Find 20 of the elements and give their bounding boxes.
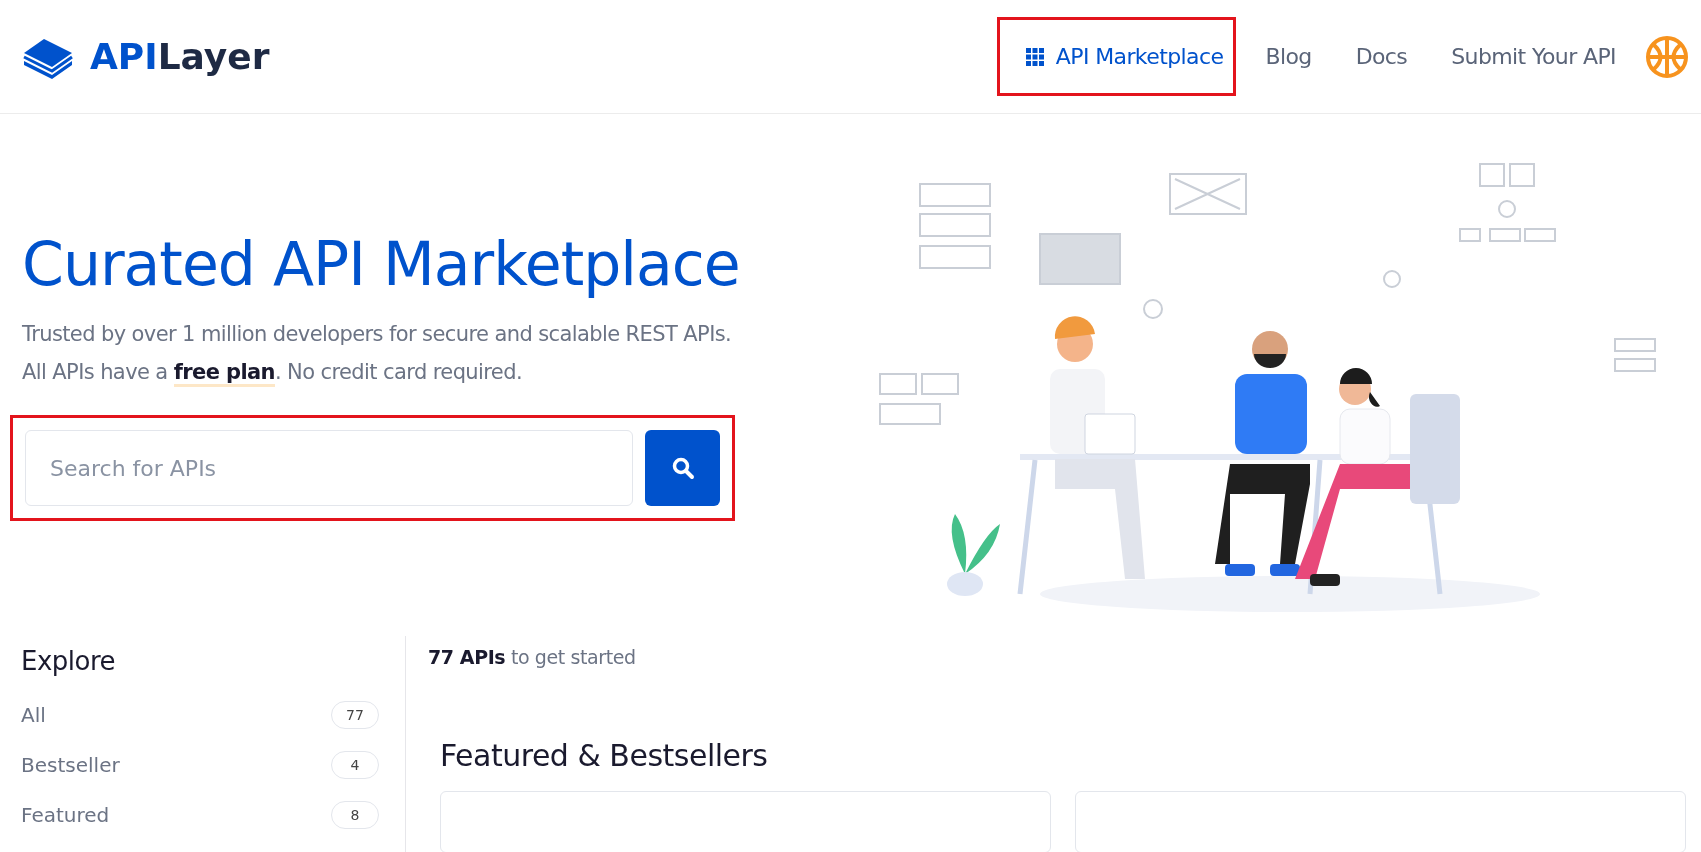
sidebar-title: Explore: [21, 646, 117, 676]
logo-text: Layer: [157, 36, 270, 77]
category-link[interactable]: All: [21, 703, 46, 727]
nav-link[interactable]: Docs: [1340, 31, 1423, 82]
globe-icon[interactable]: [1645, 34, 1689, 79]
hero-subtitle: All APIs have a free plan. No credit card required.: [22, 357, 860, 387]
nav-link[interactable]: Submit Your API: [1436, 31, 1631, 82]
category-link[interactable]: Featured: [21, 803, 110, 827]
search-button[interactable]: [645, 430, 720, 506]
logo-text: API: [90, 36, 158, 77]
grid-icon: [1025, 47, 1044, 66]
hero-subtitle: Trusted by over 1 million developers for secure and scalable REST APIs.: [22, 321, 733, 348]
hero-title: Curated API Marketplace: [22, 229, 741, 299]
search-icon: [670, 456, 695, 480]
nav-link[interactable]: API Marketplace: [996, 17, 1237, 96]
category-link[interactable]: Bestseller: [21, 753, 120, 777]
results-summary: 77 APIs to get started: [428, 646, 637, 668]
section-title: Featured & Bestsellers: [440, 738, 769, 773]
nav-link[interactable]: Blog: [1250, 31, 1327, 82]
search-field[interactable]: Search for APIs: [25, 430, 633, 506]
